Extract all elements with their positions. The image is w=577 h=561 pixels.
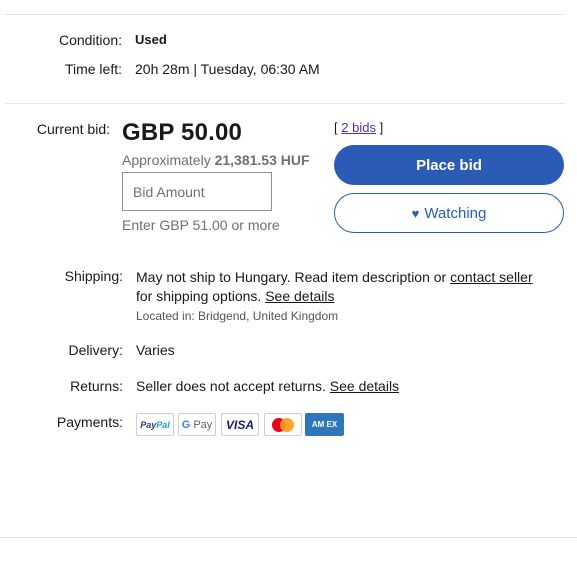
divider-top	[5, 14, 565, 15]
shipping-info: May not ship to Hungary. Read item descr…	[136, 268, 536, 306]
enter-bid-hint: Enter GBP 51.00 or more	[122, 217, 280, 233]
delivery-label: Delivery:	[68, 342, 123, 358]
approx-value: 21,381.53 HUF	[214, 152, 310, 168]
shipping-text-1: May not ship to Hungary. Read item descr…	[136, 269, 447, 285]
watching-button[interactable]: ♥ Watching	[334, 193, 564, 233]
visa-icon: VISA	[221, 413, 259, 436]
heart-icon: ♥	[411, 205, 420, 221]
shipping-text-2: for shipping options.	[136, 288, 262, 304]
condition-value: Used	[135, 32, 167, 47]
returns-see-details-link[interactable]: See details	[330, 378, 399, 394]
place-bid-button[interactable]: Place bid	[334, 145, 564, 185]
current-bid-price: GBP 50.00	[122, 119, 243, 146]
returns-info: Seller does not accept returns. See deta…	[136, 378, 399, 394]
current-bid-label: Current bid:	[36, 121, 110, 137]
time-left-label: Time left:	[64, 61, 122, 77]
watching-label: Watching	[424, 204, 487, 222]
divider-mid	[5, 103, 565, 104]
item-location: Located in: Bridgend, United Kingdom	[136, 309, 339, 323]
mastercard-icon	[264, 413, 302, 436]
time-left-value: 20h 28m | Tuesday, 06:30 AM	[135, 61, 320, 77]
google-pay-icon: G Pay	[178, 413, 216, 436]
delivery-value: Varies	[136, 342, 175, 358]
paypal-icon: Pay Pal	[136, 413, 174, 436]
shipping-label: Shipping:	[64, 268, 123, 284]
divider-bottom	[0, 537, 577, 538]
returns-label: Returns:	[70, 378, 123, 394]
bids-bracket-close: ]	[379, 120, 384, 135]
bid-count: [ 2 bids ]	[334, 120, 383, 135]
contact-seller-link[interactable]: contact seller	[450, 269, 532, 285]
approx-prefix: Approximately	[122, 152, 211, 168]
amex-icon: AM EX	[305, 413, 344, 436]
bids-link[interactable]: 2 bids	[341, 120, 376, 135]
returns-text: Seller does not accept returns.	[136, 378, 326, 394]
approx-price: Approximately 21,381.53 HUF	[122, 152, 310, 168]
condition-label: Condition:	[58, 32, 122, 48]
shipping-see-details-link[interactable]: See details	[265, 288, 334, 304]
bids-bracket-open: [	[334, 120, 338, 135]
bid-amount-input[interactable]	[122, 172, 272, 211]
payments-label: Payments:	[56, 414, 123, 430]
